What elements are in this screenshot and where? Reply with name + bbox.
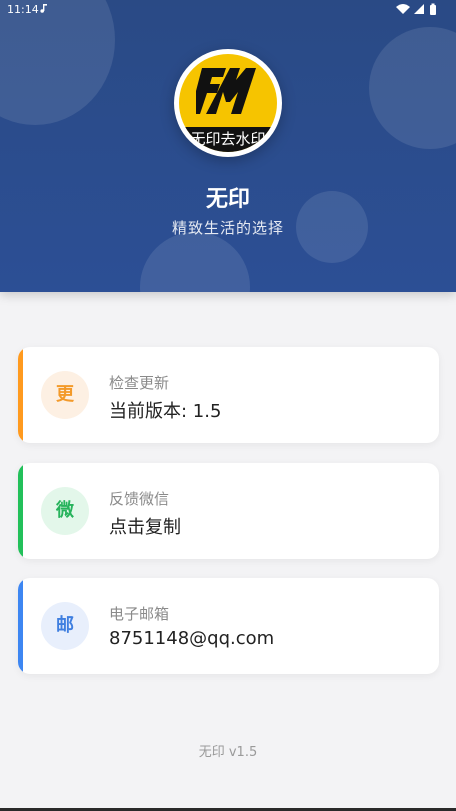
email-icon: 邮 [41,602,89,650]
music-note-icon [40,4,47,13]
logo-badge: 无印去水印 [179,54,277,152]
email-address-value: 8751148@qq.com [109,628,275,649]
decor-bubble [140,232,250,292]
wechat-card[interactable]: 微 反馈微信 点击复制 [18,463,439,559]
decor-bubble [369,27,456,149]
update-label: 检查更新 [109,374,170,392]
app-logo: 无印去水印 [174,49,282,157]
status-time: 11:14 [7,3,39,16]
wechat-icon: 微 [41,487,89,535]
header-banner: 无印去水印 无印 精致生活的选择 [0,0,456,292]
card-accent-bar [18,463,23,559]
email-label: 电子邮箱 [109,605,170,623]
card-accent-bar [18,347,23,443]
card-accent-bar [18,578,23,674]
logo-text: 无印去水印 [179,127,277,152]
app-slogan: 精致生活的选择 [171,219,284,237]
app-name: 无印 [205,187,250,212]
update-version-value: 当前版本: 1.5 [109,401,222,422]
wechat-label: 反馈微信 [109,490,170,508]
battery-icon [430,3,436,15]
signal-icon [414,4,424,14]
footer-version: 无印 v1.5 [198,745,258,760]
update-icon: 更 [41,371,89,419]
update-card[interactable]: 更 检查更新 当前版本: 1.5 [18,347,439,443]
email-card[interactable]: 邮 电子邮箱 8751148@qq.com [18,578,439,674]
status-icons [396,3,436,15]
status-bar: 11:14 [0,0,456,20]
wifi-icon [396,4,410,14]
wechat-copy-value: 点击复制 [109,517,181,538]
logo-fm-glyph [196,68,256,114]
